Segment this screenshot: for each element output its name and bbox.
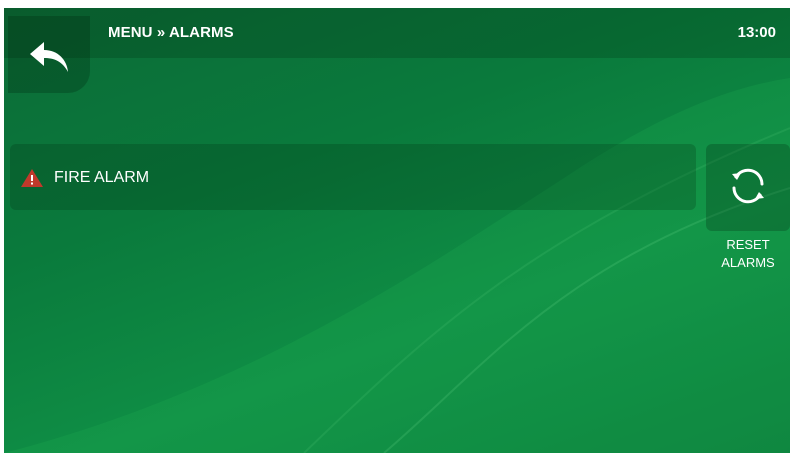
alarms-screen: MENU » ALARMS 13:00 xyxy=(4,8,790,453)
reset-alarms-button[interactable] xyxy=(706,144,790,231)
warning-triangle-icon xyxy=(21,169,43,187)
back-button[interactable] xyxy=(8,16,90,93)
back-arrow-icon xyxy=(30,42,68,72)
breadcrumb: MENU » ALARMS xyxy=(108,24,234,41)
alarm-list-item[interactable]: FIRE ALARM xyxy=(10,144,696,210)
background-swoosh xyxy=(4,78,790,453)
reset-label-line2: ALARMS xyxy=(721,255,775,270)
clock: 13:00 xyxy=(737,24,776,41)
alarm-label: FIRE ALARM xyxy=(54,169,150,186)
reset-label-line1: RESET xyxy=(726,237,770,252)
refresh-icon xyxy=(732,168,764,204)
reset-alarms-label: RESET ALARMS xyxy=(706,236,790,272)
